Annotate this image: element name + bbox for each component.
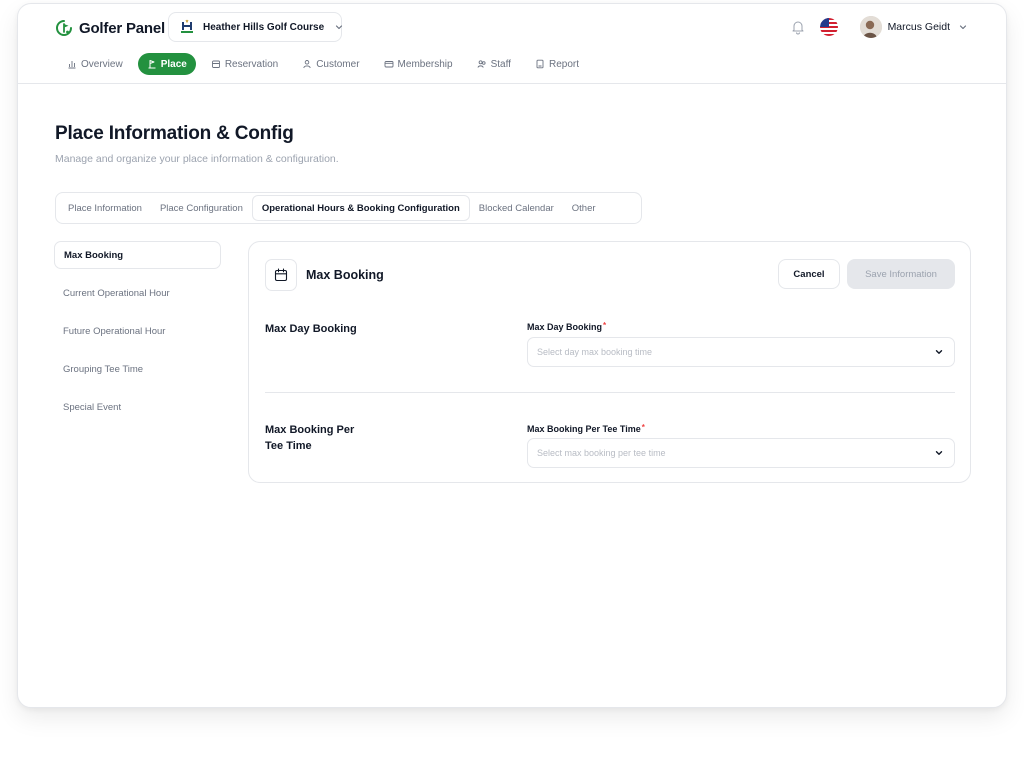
chart-icon xyxy=(67,59,77,69)
nav-label: Membership xyxy=(397,58,453,70)
reservation-icon xyxy=(211,59,221,69)
card-icon-box xyxy=(265,259,297,291)
tab-place-information[interactable]: Place Information xyxy=(59,195,151,221)
nav-label: Staff xyxy=(490,58,511,70)
chevron-down-icon xyxy=(334,22,344,32)
side-item-grouping-tee-time[interactable]: Grouping Tee Time xyxy=(54,355,221,383)
cancel-button[interactable]: Cancel xyxy=(778,259,840,289)
staff-icon xyxy=(477,59,487,69)
card-title: Max Booking xyxy=(306,268,384,282)
section-divider xyxy=(265,392,955,393)
nav-label: Overview xyxy=(81,58,123,70)
nav-overview[interactable]: Overview xyxy=(58,53,132,75)
side-item-max-booking[interactable]: Max Booking xyxy=(54,241,221,269)
user-name: Marcus Geidt xyxy=(887,21,950,33)
card-icon xyxy=(384,59,394,69)
chevron-down-icon xyxy=(934,448,944,458)
side-item-future-operational-hour[interactable]: Future Operational Hour xyxy=(54,317,221,345)
course-selector[interactable]: Heather Hills Golf Course xyxy=(168,12,344,42)
nav-staff[interactable]: Staff xyxy=(468,53,520,75)
max-booking-card: Max Booking Cancel Save Information Max … xyxy=(248,241,971,483)
config-tabs: Place Information Place Configuration Op… xyxy=(55,192,642,224)
max-day-booking-row-label: Max Day Booking xyxy=(265,323,357,335)
brand-name: Golfer Panel xyxy=(79,19,165,37)
chevron-down-icon xyxy=(934,347,944,357)
nav-label: Reservation xyxy=(224,58,279,70)
tab-blocked-calendar[interactable]: Blocked Calendar xyxy=(470,195,563,221)
tab-other[interactable]: Other xyxy=(563,195,605,221)
nav-label: Report xyxy=(548,58,579,70)
page-subtitle: Manage and organize your place informati… xyxy=(55,153,339,165)
avatar xyxy=(859,16,882,38)
field-label-text: Max Day Booking xyxy=(527,322,603,332)
nav-place[interactable]: Place xyxy=(137,53,196,75)
page-title: Place Information & Config xyxy=(55,123,294,144)
side-item-current-operational-hour[interactable]: Current Operational Hour xyxy=(54,279,221,307)
max-day-booking-field-label: Max Day Booking* xyxy=(527,321,607,332)
max-booking-per-tee-time-row-label: Max Booking Per Tee Time xyxy=(265,424,355,452)
max-booking-per-tee-time-select[interactable]: Select max booking per tee time xyxy=(527,438,955,468)
save-information-button[interactable]: Save Information xyxy=(847,259,955,289)
place-icon xyxy=(147,59,157,69)
course-name: Heather Hills Golf Course xyxy=(203,21,325,33)
report-icon xyxy=(535,59,545,69)
nav-label: Place xyxy=(160,58,187,70)
side-item-special-event[interactable]: Special Event xyxy=(54,393,221,421)
header-actions: Marcus Geidt xyxy=(790,16,968,38)
top-bar: Golfer Panel Heather Hills Golf Course M… xyxy=(18,4,1006,84)
course-crest-icon xyxy=(179,19,195,35)
required-mark: * xyxy=(603,321,607,330)
max-day-booking-select[interactable]: Select day max booking time xyxy=(527,337,955,367)
nav-membership[interactable]: Membership xyxy=(375,53,462,75)
nav-report[interactable]: Report xyxy=(526,53,588,75)
config-side-menu: Max Booking Current Operational Hour Fut… xyxy=(54,241,221,431)
required-mark: * xyxy=(641,423,645,432)
nav-reservation[interactable]: Reservation xyxy=(202,53,287,75)
select-placeholder: Select day max booking time xyxy=(537,347,653,357)
golf-flag-logo-icon xyxy=(55,19,73,37)
nav-label: Customer xyxy=(316,58,360,70)
tab-operational-hours-booking[interactable]: Operational Hours & Booking Configuratio… xyxy=(251,195,470,221)
select-placeholder: Select max booking per tee time xyxy=(537,448,666,458)
calendar-icon xyxy=(274,268,288,282)
field-label-text: Max Booking Per Tee Time xyxy=(527,424,641,434)
user-icon xyxy=(302,59,312,69)
tab-place-configuration[interactable]: Place Configuration xyxy=(151,195,252,221)
app-window: Golfer Panel Heather Hills Golf Course M… xyxy=(17,3,1007,708)
chevron-down-icon xyxy=(958,22,968,32)
us-flag-icon[interactable] xyxy=(819,18,838,36)
user-menu[interactable]: Marcus Geidt xyxy=(859,16,968,38)
main-nav: Overview Place Reservation Customer Memb… xyxy=(58,53,588,75)
nav-customer[interactable]: Customer xyxy=(293,53,368,75)
max-booking-per-tee-time-field-label: Max Booking Per Tee Time* xyxy=(527,423,645,434)
bell-icon[interactable] xyxy=(790,19,806,35)
brand[interactable]: Golfer Panel xyxy=(55,17,165,39)
